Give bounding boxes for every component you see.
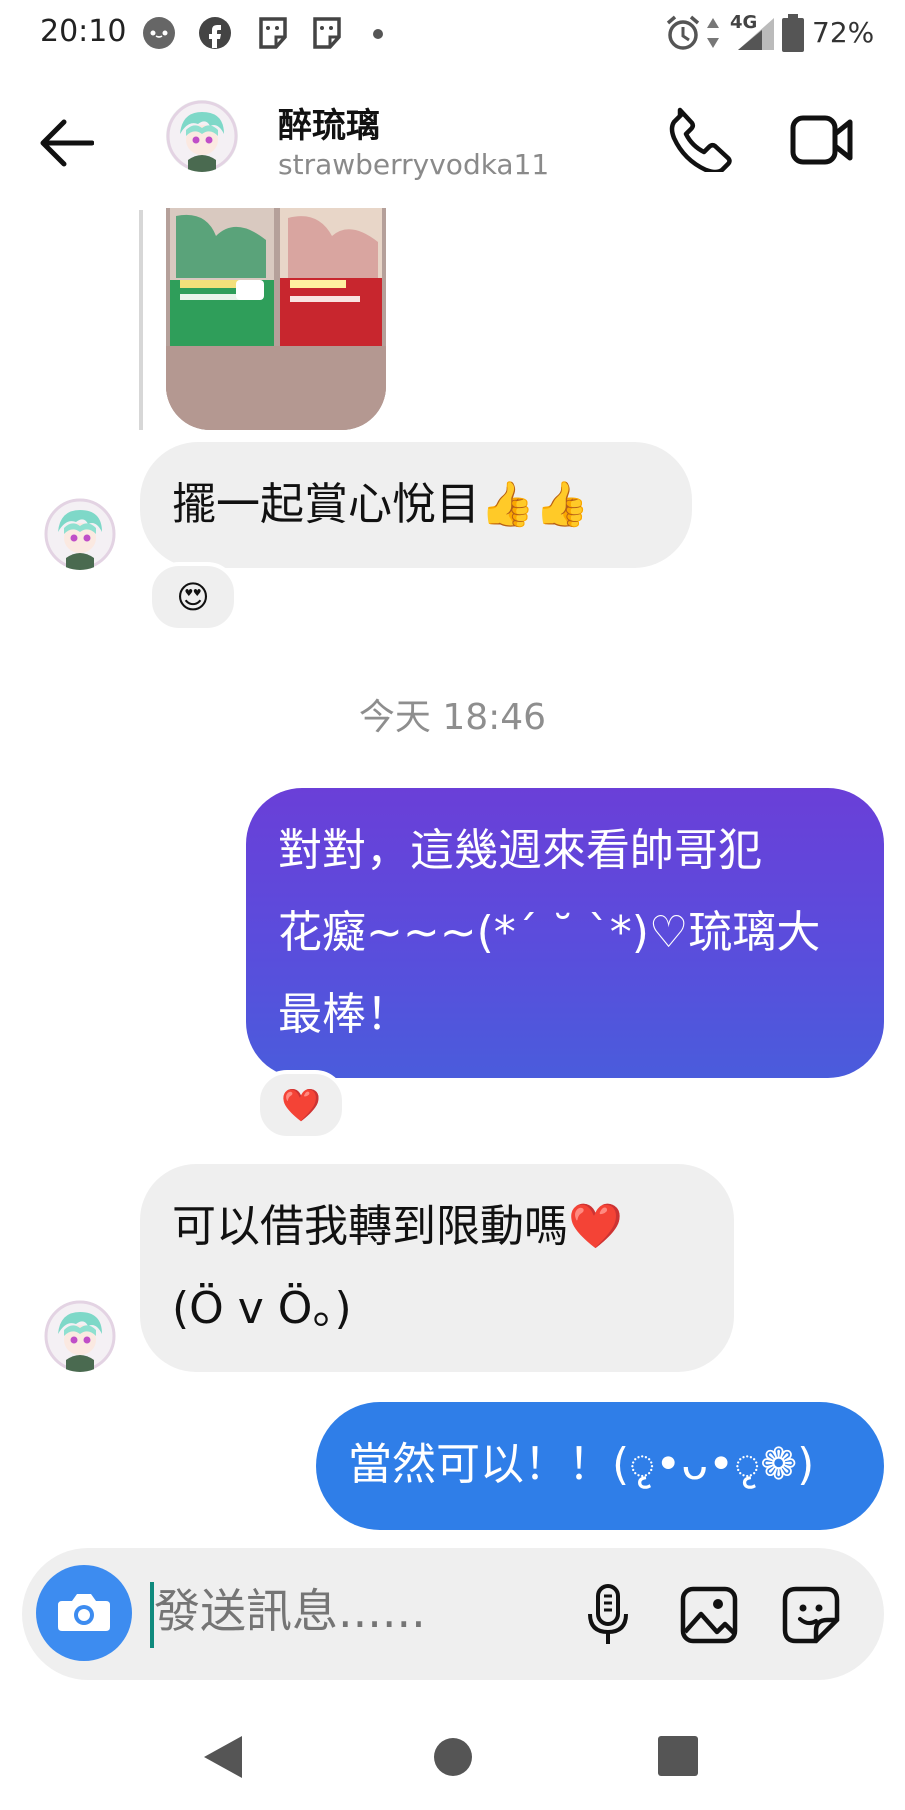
- profile-avatar-image: [44, 498, 116, 570]
- header-avatar[interactable]: [166, 100, 238, 172]
- camera-button[interactable]: [36, 1565, 132, 1661]
- nav-back-icon[interactable]: [202, 1734, 244, 1780]
- message-line: 花癡~~~(*´ ˘ `*)♡琉璃大: [278, 907, 821, 958]
- contact-name[interactable]: 醉琉璃: [278, 98, 380, 147]
- status-bar: 20:10 4G 72%: [0, 0, 905, 70]
- data-transfer-icon: [707, 18, 719, 48]
- photo-preview-image: [166, 208, 386, 430]
- battery-icon: [782, 14, 804, 52]
- phone-icon[interactable]: [666, 106, 732, 172]
- message-line: 對對，這幾週來看帥哥犯: [278, 825, 762, 876]
- camera-icon: [58, 1594, 110, 1631]
- sender-avatar[interactable]: [44, 1300, 116, 1372]
- contact-username[interactable]: strawberryvodka11: [278, 148, 549, 181]
- date-separator: 今天 18:46: [358, 697, 547, 738]
- sticker-icon[interactable]: [782, 1586, 840, 1644]
- video-call-icon[interactable]: [790, 114, 854, 166]
- facebook-icon: [199, 17, 231, 49]
- alarm-icon: [666, 15, 700, 50]
- message-input[interactable]: [154, 1584, 534, 1638]
- sticker-notification-icon-2: [313, 17, 341, 49]
- sender-avatar[interactable]: [44, 498, 116, 570]
- sticker-notification-icon: [259, 17, 287, 49]
- nav-recents-icon[interactable]: [658, 1736, 698, 1776]
- message-line: 可以借我轉到限動嗎❤️: [172, 1201, 623, 1252]
- message-text: 擺一起賞心悅目👍👍: [172, 479, 590, 530]
- message-bubble-incoming[interactable]: 可以借我轉到限動嗎❤️ (Ö v Ö。): [140, 1164, 734, 1372]
- red-heart-emoji-icon: ❤️: [281, 1086, 321, 1124]
- battery-percentage: 72%: [812, 16, 875, 49]
- message-bubble-outgoing[interactable]: 當然可以！！(ृ•ᴗ•ृ❁): [316, 1402, 884, 1530]
- gallery-icon[interactable]: [680, 1586, 738, 1644]
- status-time: 20:10: [40, 14, 127, 49]
- message-bubble-incoming[interactable]: 擺一起賞心悅目👍👍: [140, 442, 692, 568]
- message-line: (Ö v Ö。): [172, 1283, 352, 1334]
- more-notifications-dot-icon: [373, 29, 383, 39]
- message-text: 當然可以！！(ृ•ᴗ•ृ❁): [348, 1439, 815, 1490]
- message-bubble-outgoing[interactable]: 對對，這幾週來看帥哥犯 花癡~~~(*´ ˘ `*)♡琉璃大 最棒！: [246, 788, 884, 1078]
- message-reaction[interactable]: ❤️: [256, 1070, 346, 1140]
- message-line: 最棒！: [278, 989, 410, 1040]
- microphone-icon[interactable]: [586, 1584, 630, 1648]
- system-navigation-bar: [0, 1700, 905, 1810]
- signal-strength-icon: [738, 18, 774, 50]
- app-notification-icon: [143, 17, 175, 49]
- profile-avatar-image: [166, 100, 238, 172]
- shared-photo-thumbnail[interactable]: [166, 208, 386, 430]
- heart-eyes-emoji-icon: 😍: [176, 578, 210, 616]
- back-arrow-icon[interactable]: [38, 118, 94, 168]
- reply-indicator-line: [139, 210, 143, 430]
- profile-avatar-image: [44, 1300, 116, 1372]
- nav-home-icon[interactable]: [432, 1736, 474, 1778]
- message-reaction[interactable]: 😍: [148, 562, 238, 632]
